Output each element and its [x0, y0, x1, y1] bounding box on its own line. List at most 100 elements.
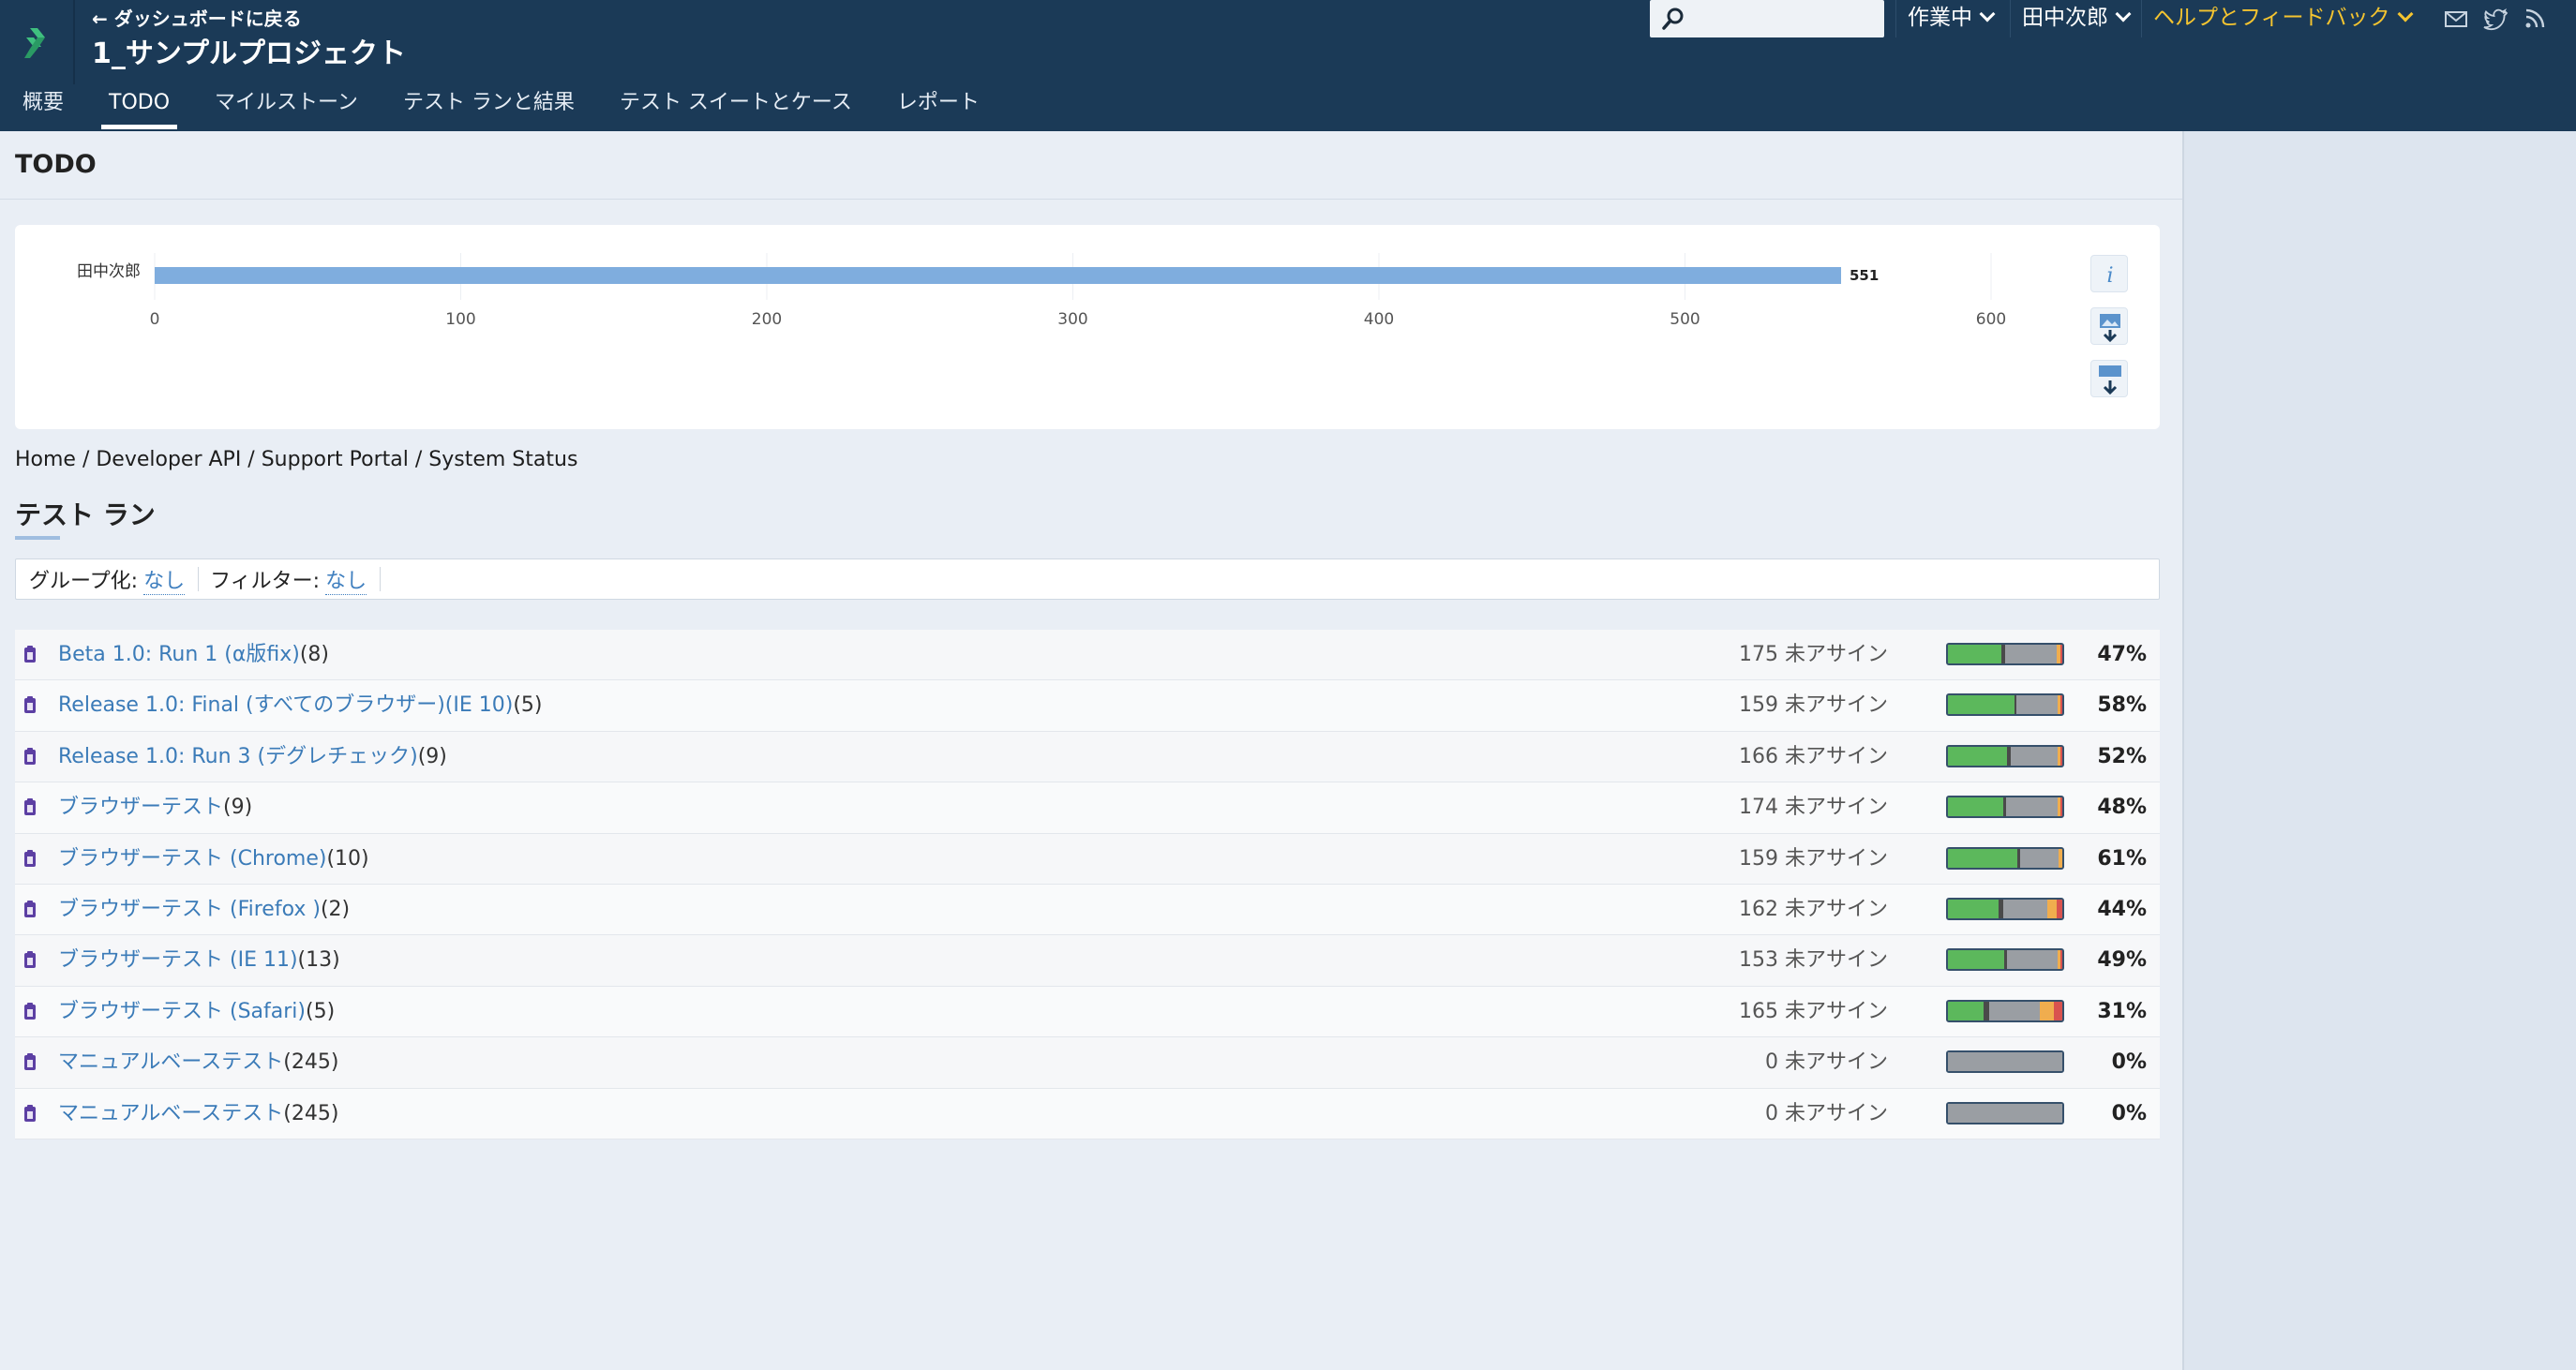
test-run-link[interactable]: ブラウザーテスト (Firefox )	[58, 885, 321, 935]
help-feedback-dropdown[interactable]: ヘルプとフィードバック	[2141, 0, 2419, 37]
test-run-link[interactable]: Beta 1.0: Run 1 (α版fix)	[58, 630, 300, 680]
top-navbar: 作業中 田中次郎 ヘルプとフィードバック	[1640, 0, 2576, 43]
top-header: ← ダッシュボードに戻る 1_サンプルプロジェクト 概要 TODO マイルストー…	[0, 0, 2576, 131]
breadcrumb[interactable]: Home / Developer API / Support Portal / …	[15, 448, 577, 471]
search-icon[interactable]	[1661, 7, 1685, 31]
progress-segment-untested	[2006, 797, 2059, 817]
test-run-link[interactable]: マニュアルベーステスト	[58, 1089, 283, 1139]
progress-segment-untested	[2004, 645, 2057, 663]
test-run-row: ブラウザーテスト (Safari) (5) 165 未アサイン 31%	[15, 986, 2160, 1038]
progress-percent: 0%	[2111, 1101, 2147, 1125]
test-run-link[interactable]: ブラウザーテスト (Chrome)	[58, 834, 326, 885]
tab-test-runs[interactable]: テスト ランと結果	[381, 86, 597, 131]
unassigned-count: 174 未アサイン	[1739, 796, 1888, 820]
test-run-count: (9)	[417, 744, 447, 768]
project-tabs: 概要 TODO マイルストーン テスト ランと結果 テスト スイートとケース レ…	[0, 86, 1002, 131]
filter-value[interactable]: なし	[325, 564, 367, 595]
twitter-icon[interactable]	[2482, 6, 2509, 32]
filter-separator	[380, 567, 382, 591]
test-run-link[interactable]: ブラウザーテスト (IE 11)	[58, 935, 298, 986]
test-run-count: (8)	[299, 643, 330, 666]
chart-download-image-button[interactable]	[2090, 307, 2128, 345]
test-run-link[interactable]: マニュアルベーステスト	[58, 1037, 283, 1088]
tab-overview[interactable]: 概要	[0, 86, 86, 131]
test-run-row: ブラウザーテスト (9) 174 未アサイン 48%	[15, 782, 2160, 834]
progress-segment-untested	[1948, 1103, 2062, 1123]
tab-milestones[interactable]: マイルストーン	[192, 86, 381, 131]
test-run-count: (10)	[326, 846, 369, 871]
test-run-link[interactable]: Release 1.0: Final (すべてのブラウザー)(IE 10)	[58, 680, 513, 731]
test-run-icon	[24, 1053, 36, 1071]
filter-separator	[198, 567, 200, 591]
progress-segment-passed	[1948, 1001, 1984, 1020]
chart-x-tick-label: 600	[1976, 310, 2006, 329]
unassigned-count: 162 未アサイン	[1739, 897, 1888, 921]
test-run-row: ブラウザーテスト (Chrome) (10) 159 未アサイン 61%	[15, 833, 2160, 885]
progress-segment-failed	[2059, 746, 2062, 766]
chart-x-tick-label: 200	[752, 310, 782, 329]
test-run-icon	[24, 747, 36, 765]
filter-bar: グループ化: なし フィルター: なし	[15, 558, 2160, 600]
progress-segment-passed	[1948, 746, 2008, 766]
tab-test-suites[interactable]: テスト スイートとケース	[597, 86, 875, 131]
test-run-link[interactable]: Release 1.0: Run 3 (デグレチェック)	[58, 732, 418, 782]
test-run-row: ブラウザーテスト (Firefox ) (2) 162 未アサイン 44%	[15, 884, 2160, 936]
tab-reports[interactable]: レポート	[875, 86, 1002, 131]
progress-segment-untested	[2002, 899, 2048, 918]
status-dropdown[interactable]: 作業中	[1895, 0, 2006, 37]
progress-segment-untested	[2019, 848, 2059, 868]
chart-info-button[interactable]: i	[2090, 255, 2128, 292]
chart-x-tick-label: 300	[1057, 310, 1087, 329]
progress-segment-retest	[2047, 899, 2057, 918]
progress-percent: 0%	[2111, 1050, 2147, 1075]
test-run-link[interactable]: ブラウザーテスト	[58, 782, 223, 833]
todo-chart-card: 0 100 200 300 400 500 600 田中次郎 551 i	[15, 225, 2160, 429]
back-to-dashboard-link[interactable]: ← ダッシュボードに戻る	[92, 4, 302, 31]
search-input[interactable]	[1691, 6, 1875, 32]
test-run-row: ブラウザーテスト (IE 11) (13) 153 未アサイン 49%	[15, 935, 2160, 987]
test-run-icon	[24, 951, 36, 969]
progress-segment-untested	[1948, 1052, 2062, 1072]
progress-bar	[1946, 643, 2064, 665]
progress-segment-passed	[1948, 695, 2014, 715]
test-run-icon	[24, 1104, 36, 1122]
progress-bar	[1946, 744, 2064, 767]
right-sidebar	[2182, 131, 2576, 1370]
test-run-count: (2)	[320, 897, 351, 921]
progress-segment-retest	[2039, 1001, 2055, 1020]
section-underline	[15, 536, 60, 540]
unassigned-count: 166 未アサイン	[1739, 744, 1888, 768]
section-title: テスト ラン	[15, 499, 156, 530]
search-box	[1650, 0, 1884, 37]
test-run-link[interactable]: ブラウザーテスト (Safari)	[58, 987, 306, 1037]
test-run-count: (5)	[306, 999, 336, 1023]
test-run-count: (245)	[283, 1050, 339, 1075]
progress-percent: 58%	[2097, 693, 2147, 718]
chart-x-tick-label: 400	[1364, 310, 1394, 329]
test-run-icon	[24, 849, 36, 867]
chart-bar[interactable]	[155, 267, 1842, 284]
progress-percent: 49%	[2097, 948, 2147, 973]
tab-todo[interactable]: TODO	[86, 86, 192, 131]
group-by-value[interactable]: なし	[143, 564, 186, 595]
test-run-row: Beta 1.0: Run 1 (α版fix) (8) 175 未アサイン 47%	[15, 630, 2160, 681]
progress-bar	[1946, 693, 2064, 717]
app-logo-icon[interactable]	[24, 24, 58, 62]
chart-category-label: 田中次郎	[77, 262, 141, 281]
test-run-list: Beta 1.0: Run 1 (α版fix) (8) 175 未アサイン 47% Re…	[15, 630, 2160, 1139]
progress-percent: 52%	[2097, 744, 2147, 768]
mail-icon[interactable]	[2443, 6, 2469, 32]
progress-bar	[1946, 948, 2064, 972]
test-run-icon	[24, 798, 36, 816]
progress-segment-failed	[2059, 950, 2062, 970]
user-dropdown[interactable]: 田中次郎	[2010, 0, 2137, 37]
chart-download-csv-button[interactable]	[2090, 360, 2128, 397]
test-run-row: Release 1.0: Final (すべてのブラウザー)(IE 10) (5)…	[15, 680, 2160, 732]
status-dropdown-label: 作業中	[1908, 6, 1972, 30]
rss-icon[interactable]	[2522, 6, 2548, 32]
progress-segment-untested	[1988, 1001, 2040, 1020]
project-title: 1_サンプルプロジェクト	[92, 37, 406, 70]
test-run-row: マニュアルベーステスト (245) 0 未アサイン 0%	[15, 1088, 2160, 1139]
progress-segment-failed	[2059, 797, 2062, 817]
chevron-down-icon	[2397, 6, 2414, 22]
